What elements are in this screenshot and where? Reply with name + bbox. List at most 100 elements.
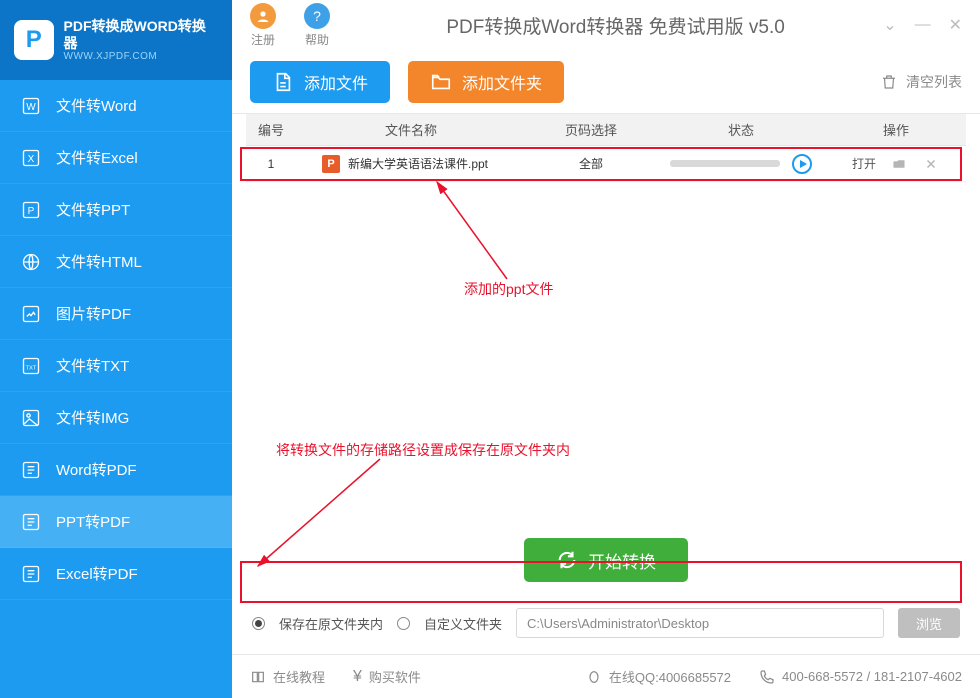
sidebar-item-img2pdf[interactable]: 图片转PDF [0,288,232,340]
convert-row: 开始转换 [246,528,966,602]
sidebar-item-ppt2pdf[interactable]: PPT转PDF [0,496,232,548]
user-icon [250,3,276,29]
file-icon [272,71,294,93]
sidebar-item-html[interactable]: 文件转HTML [0,236,232,288]
nav-list: W 文件转Word X文件转Excel P 文件转PPT 文件转HTML 图片转PD… [0,80,232,698]
row-num: 1 [246,157,296,171]
output-path-row: 保存在原文件夹内 自定义文件夹 浏览 [246,602,966,654]
header-num: 编号 [246,120,296,139]
header-status: 状态 [656,120,826,139]
sidebar-item-label: 文件转Word [56,95,137,116]
folder-open-icon[interactable] [890,157,908,171]
sidebar-item-label: 文件转TXT [56,355,129,376]
pdf-icon [20,563,42,585]
sidebar-item-ppt[interactable]: P 文件转PPT [0,184,232,236]
book-icon [250,669,266,685]
sidebar-item-label: 文件转IMG [56,407,129,428]
sidebar: P PDF转换成WORD转换器 WWW.XJPDF.COM W 文件转Word X… [0,0,232,698]
folder-icon [430,71,452,93]
radio-original-label: 保存在原文件夹内 [279,614,383,633]
convert-label: 开始转换 [588,548,656,573]
add-file-button[interactable]: 添加文件 [250,61,390,103]
qq-contact[interactable]: 在线QQ:4006685572 [586,667,731,686]
close-icon[interactable]: ✕ [949,15,962,35]
image-icon [20,407,42,429]
clear-list-label: 清空列表 [906,72,962,92]
logo-area: P PDF转换成WORD转换器 WWW.XJPDF.COM [0,0,232,80]
start-convert-button[interactable]: 开始转换 [524,538,688,582]
sidebar-item-label: 文件转HTML [56,251,142,272]
help-label: 帮助 [305,31,329,48]
row-filename-cell: P 新编大学英语语法课件.ppt [296,155,526,173]
annotation-text-1: 添加的ppt文件 [464,279,553,299]
pdf-icon [20,511,42,533]
sidebar-item-img[interactable]: 文件转IMG [0,392,232,444]
trash-icon [880,73,898,91]
phone-contact[interactable]: 400-668-5572 / 181-2107-4602 [759,669,962,685]
svg-text:W: W [26,102,36,113]
radio-custom-label: 自定义文件夹 [424,614,502,633]
row-status [656,154,826,174]
radio-original-folder[interactable] [252,617,265,630]
annotation-text-2: 将转换文件的存储路径设置成保存在原文件夹内 [276,440,570,460]
phone-icon [759,669,775,685]
browse-button[interactable]: 浏览 [898,608,960,638]
add-folder-button[interactable]: 添加文件夹 [408,61,564,103]
sidebar-item-excel2pdf[interactable]: Excel转PDF [0,548,232,600]
titlebar: 注册 ? 帮助 PDF转换成Word转换器 免费试用版 v5.0 ⌄ — ✕ [232,0,980,50]
question-icon: ? [304,3,330,29]
logo-title: PDF转换成WORD转换器 [64,18,218,52]
sidebar-item-txt[interactable]: TXT 文件转TXT [0,340,232,392]
qq-label: 在线QQ:4006685572 [609,667,731,686]
qq-icon [586,669,602,685]
play-icon[interactable] [792,154,812,174]
toolbar: 添加文件 添加文件夹 清空列表 [232,50,980,114]
logo-subtitle: WWW.XJPDF.COM [64,51,218,62]
row-operations: 打开 [826,155,966,172]
sidebar-item-word[interactable]: W 文件转Word [0,80,232,132]
remove-icon[interactable] [922,157,940,171]
buy-label: 购买软件 [369,667,421,686]
svg-text:TXT: TXT [25,365,36,371]
help-button[interactable]: ? 帮助 [304,3,330,48]
register-label: 注册 [251,31,275,48]
header-page: 页码选择 [526,120,656,139]
progress-bar [670,160,780,167]
file-table-area: 编号 文件名称 页码选择 状态 操作 1 P 新编大学英语语法课件.ppt 全部 [232,114,980,654]
svg-text:P: P [28,206,35,217]
header-name: 文件名称 [296,120,526,139]
tutorial-link[interactable]: 在线教程 [250,667,325,686]
output-path-input[interactable] [516,608,884,638]
minimize-icon[interactable]: — [915,16,931,34]
add-folder-label: 添加文件夹 [462,70,542,94]
register-button[interactable]: 注册 [250,3,276,48]
table-row[interactable]: 1 P 新编大学英语语法课件.ppt 全部 打开 [246,146,966,182]
logo-icon: P [14,20,54,60]
buy-link[interactable]: ¥ 购买软件 [353,667,421,686]
word-icon: W [20,95,42,117]
image-pdf-icon [20,303,42,325]
table-header: 编号 文件名称 页码选择 状态 操作 [246,114,966,146]
dropdown-icon[interactable]: ⌄ [883,15,896,35]
refresh-icon [556,549,578,571]
ppt-icon: P [20,199,42,221]
clear-list-button[interactable]: 清空列表 [880,72,962,92]
sidebar-item-label: Excel转PDF [56,563,138,584]
sidebar-item-label: 文件转PPT [56,199,130,220]
main-area: 注册 ? 帮助 PDF转换成Word转换器 免费试用版 v5.0 ⌄ — ✕ 添… [232,0,980,698]
tutorial-label: 在线教程 [273,667,325,686]
yen-icon: ¥ [353,668,362,686]
sidebar-item-label: Word转PDF [56,459,137,480]
sidebar-item-label: PPT转PDF [56,511,130,532]
txt-icon: TXT [20,355,42,377]
row-filename: 新编大学英语语法课件.ppt [348,155,488,172]
sidebar-item-word2pdf[interactable]: Word转PDF [0,444,232,496]
ppt-file-icon: P [322,155,340,173]
app-title: PDF转换成Word转换器 免费试用版 v5.0 [358,12,873,39]
sidebar-item-excel[interactable]: X文件转Excel [0,132,232,184]
radio-custom-folder[interactable] [397,617,410,630]
row-page[interactable]: 全部 [526,155,656,172]
globe-icon [20,251,42,273]
open-button[interactable]: 打开 [852,155,876,172]
sidebar-item-label: 文件转Excel [56,147,138,168]
